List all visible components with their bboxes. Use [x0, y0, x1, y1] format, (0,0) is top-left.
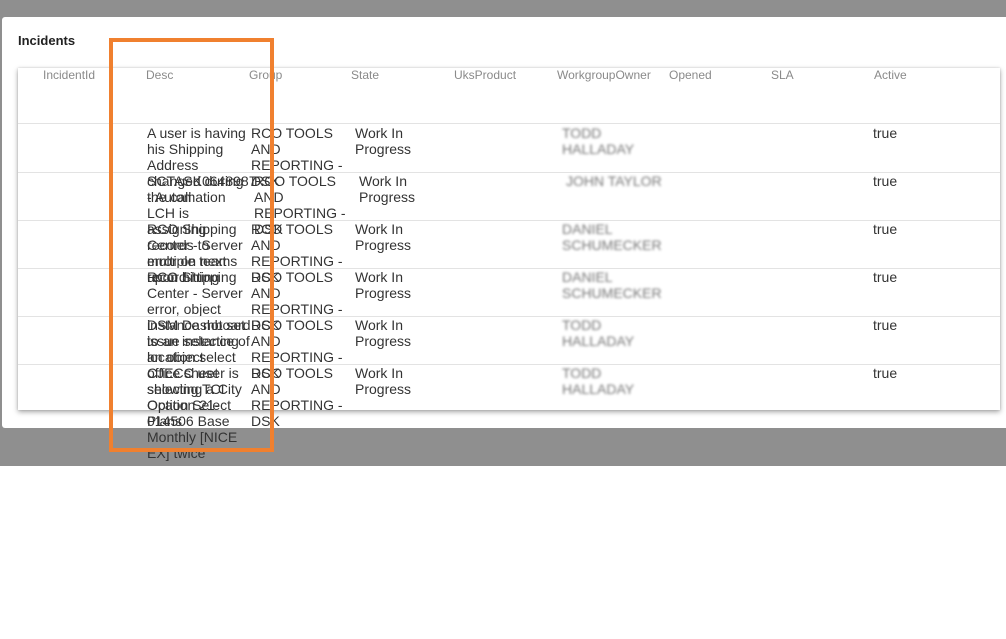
column-header-sla[interactable]: SLA — [771, 68, 794, 82]
cell-workgroupowner: JOHN TAYLOR — [566, 173, 662, 189]
incidents-table: IncidentId Desc Group State UksProduct W… — [18, 68, 1000, 461]
cell-state: Work In Progress — [355, 125, 412, 157]
table-row[interactable]: RCO Shipping Center - Server error, obje… — [18, 269, 1000, 365]
column-header-state[interactable]: State — [351, 68, 379, 82]
cell-workgroupowner: DANIEL SCHUMECKER — [562, 221, 662, 253]
header-divider — [18, 123, 1000, 124]
table-row[interactable]: A user is having his Shipping Address ch… — [18, 125, 1000, 205]
column-header-active[interactable]: Active — [874, 68, 907, 82]
cell-desc: CJECC user is selecting a City Ocation 2… — [147, 365, 242, 461]
cell-workgroupowner: TODD HALLADAY — [562, 125, 635, 157]
table-row[interactable]: SCTASK0648987 - Automation LCH is assign… — [18, 173, 1000, 285]
cell-active: true — [873, 173, 898, 189]
cell-state: Work In Progress — [355, 221, 412, 253]
cell-active: true — [873, 221, 898, 237]
cell-active: true — [873, 365, 898, 381]
panel-title: Incidents — [18, 33, 76, 48]
table-row[interactable]: RCO Shipping Center - Server error on ne… — [18, 221, 1000, 285]
incidents-panel: Incidents IncidentId Desc Group State Uk… — [2, 17, 1006, 461]
cell-active: true — [873, 317, 898, 333]
cell-state: Work In Progress — [355, 365, 412, 397]
table-row[interactable]: CJECC user is selecting a City Ocation 2… — [18, 365, 1000, 461]
cell-state: Work In Progress — [359, 173, 416, 205]
column-header-opened[interactable]: Opened — [669, 68, 712, 82]
table-row[interactable]: DSM Dashboard issue selecting location s… — [18, 317, 1000, 429]
column-header-incidentid[interactable]: IncidentId — [43, 68, 95, 82]
cell-active: true — [873, 269, 898, 285]
column-header-group[interactable]: Group — [249, 68, 282, 82]
column-header-workgroupowner[interactable]: WorkgroupOwner — [557, 68, 651, 82]
cell-state: Work In Progress — [355, 269, 412, 301]
cell-workgroupowner: TODD HALLADAY — [562, 317, 635, 349]
cell-active: true — [873, 125, 898, 141]
cell-workgroupowner: TODD HALLADAY — [562, 365, 635, 397]
cell-group: RCO TOOLS AND REPORTING - DSK — [251, 365, 343, 429]
column-header-uksproduct[interactable]: UksProduct — [454, 68, 516, 82]
cell-workgroupowner: DANIEL SCHUMECKER — [562, 269, 662, 301]
cell-state: Work In Progress — [355, 317, 412, 349]
column-header-desc[interactable]: Desc — [146, 68, 173, 82]
